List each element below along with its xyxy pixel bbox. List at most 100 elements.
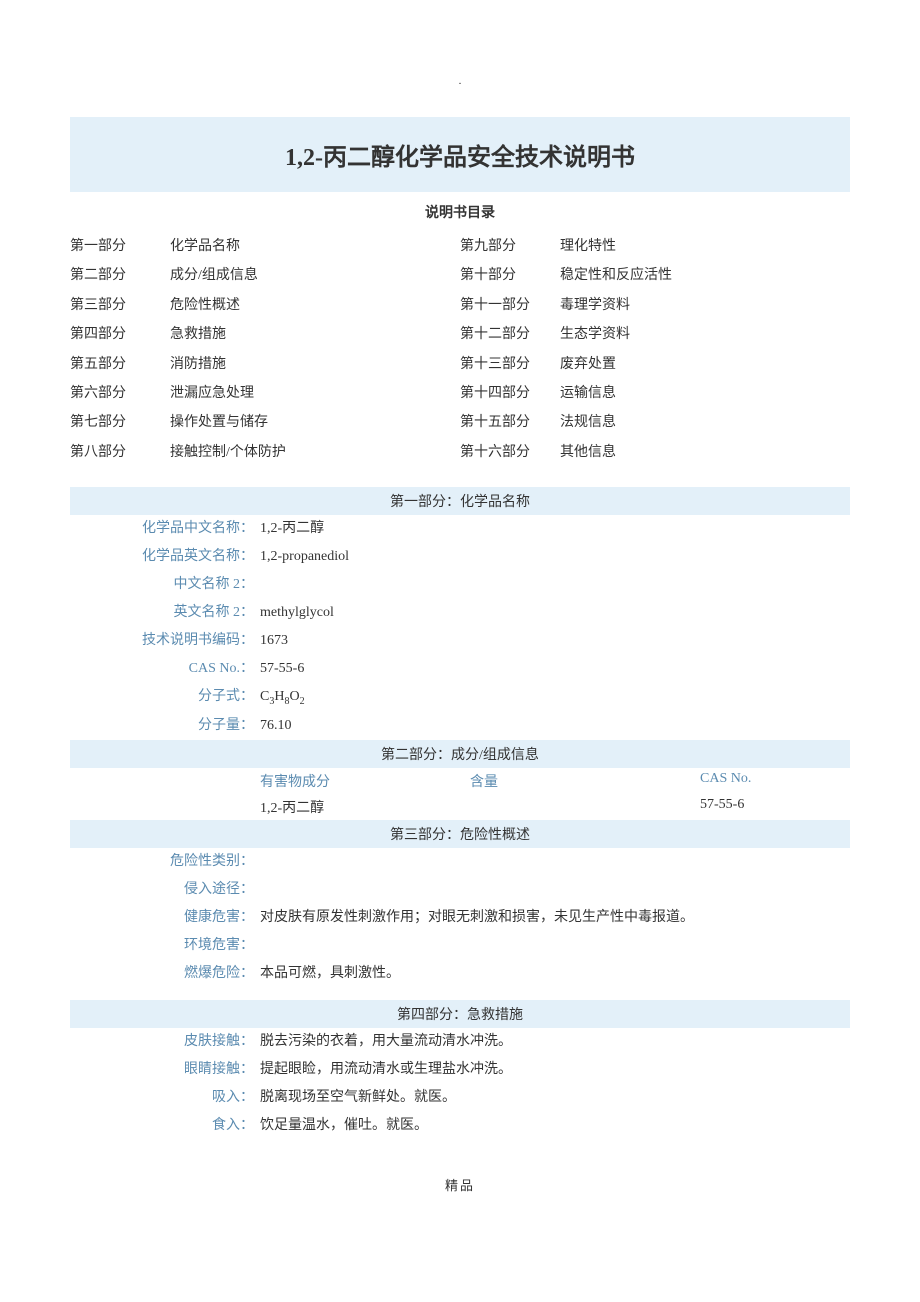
col-header: 有害物成分 bbox=[70, 771, 470, 791]
section-4-header: 第四部分：急救措施 bbox=[70, 1000, 850, 1028]
toc-num: 第九部分 bbox=[460, 232, 560, 261]
field-value: 1,2-丙二醇 bbox=[260, 515, 850, 543]
field-row: 侵入途径： bbox=[70, 876, 850, 904]
toc-num: 第八部分 bbox=[70, 438, 170, 467]
toc-item: 理化特性 bbox=[560, 232, 850, 261]
toc-item: 接触控制/个体防护 bbox=[170, 438, 460, 467]
toc-item: 稳定性和反应活性 bbox=[560, 261, 850, 290]
field-label: 侵入途径： bbox=[70, 876, 260, 904]
toc-item: 运输信息 bbox=[560, 379, 850, 408]
field-label: 化学品英文名称： bbox=[70, 543, 260, 571]
field-row: 中文名称 2： bbox=[70, 571, 850, 599]
field-row: 皮肤接触：脱去污染的衣着，用大量流动清水冲洗。 bbox=[70, 1028, 850, 1056]
composition-header-row: 有害物成分 含量 CAS No. bbox=[70, 768, 850, 794]
page-marker: . bbox=[70, 75, 850, 87]
toc-heading: 说明书目录 bbox=[70, 202, 850, 222]
section-1-header: 第一部分：化学品名称 bbox=[70, 487, 850, 515]
cell: 57-55-6 bbox=[700, 797, 850, 817]
field-row: 吸入：脱离现场至空气新鲜处。就医。 bbox=[70, 1084, 850, 1112]
field-label: 食入： bbox=[70, 1112, 260, 1140]
toc-item: 法规信息 bbox=[560, 408, 850, 437]
field-value: 脱去污染的衣着，用大量流动清水冲洗。 bbox=[260, 1028, 850, 1056]
toc-num: 第十一部分 bbox=[460, 291, 560, 320]
field-label: 分子式： bbox=[70, 683, 260, 712]
field-value: 提起眼睑，用流动清水或生理盐水冲洗。 bbox=[260, 1056, 850, 1084]
field-row: 分子量：76.10 bbox=[70, 712, 850, 740]
field-value: 饮足量温水，催吐。就医。 bbox=[260, 1112, 850, 1140]
cell: 1,2-丙二醇 bbox=[70, 797, 470, 817]
formula-value: C3H8O2 bbox=[260, 683, 850, 712]
field-row: 危险性类别： bbox=[70, 848, 850, 876]
toc-num: 第五部分 bbox=[70, 350, 170, 379]
field-row: 眼睛接触：提起眼睑，用流动清水或生理盐水冲洗。 bbox=[70, 1056, 850, 1084]
toc-num: 第一部分 bbox=[70, 232, 170, 261]
field-row: 化学品中文名称：1,2-丙二醇 bbox=[70, 515, 850, 543]
toc-item: 生态学资料 bbox=[560, 320, 850, 349]
field-value bbox=[260, 876, 850, 904]
toc-num: 第七部分 bbox=[70, 408, 170, 437]
title-bar: 1,2-丙二醇化学品安全技术说明书 bbox=[70, 117, 850, 192]
col-header: CAS No. bbox=[700, 771, 850, 791]
field-label: 眼睛接触： bbox=[70, 1056, 260, 1084]
toc-num: 第十部分 bbox=[460, 261, 560, 290]
field-row: 环境危害： bbox=[70, 932, 850, 960]
field-row: 食入：饮足量温水，催吐。就医。 bbox=[70, 1112, 850, 1140]
field-value: methylglycol bbox=[260, 599, 850, 627]
toc-num: 第十五部分 bbox=[460, 408, 560, 437]
composition-data-row: 1,2-丙二醇 57-55-6 bbox=[70, 794, 850, 820]
toc-item: 操作处置与储存 bbox=[170, 408, 460, 437]
field-value: 脱离现场至空气新鲜处。就医。 bbox=[260, 1084, 850, 1112]
toc-item: 急救措施 bbox=[170, 320, 460, 349]
field-row: 分子式：C3H8O2 bbox=[70, 683, 850, 712]
toc-num: 第十六部分 bbox=[460, 438, 560, 467]
toc-item: 废弃处置 bbox=[560, 350, 850, 379]
document-title: 1,2-丙二醇化学品安全技术说明书 bbox=[80, 137, 840, 172]
field-value: 本品可燃，具刺激性。 bbox=[260, 960, 850, 988]
field-row: 技术说明书编码：1673 bbox=[70, 627, 850, 655]
field-label: 危险性类别： bbox=[70, 848, 260, 876]
toc-num: 第六部分 bbox=[70, 379, 170, 408]
field-value: 57-55-6 bbox=[260, 655, 850, 683]
cell bbox=[470, 797, 700, 817]
toc-item: 危险性概述 bbox=[170, 291, 460, 320]
field-label: 健康危害： bbox=[70, 904, 260, 932]
field-label: 吸入： bbox=[70, 1084, 260, 1112]
field-label: 分子量： bbox=[70, 712, 260, 740]
toc-item: 毒理学资料 bbox=[560, 291, 850, 320]
field-value bbox=[260, 571, 850, 599]
col-header: 含量 bbox=[470, 771, 700, 791]
toc-item: 其他信息 bbox=[560, 438, 850, 467]
section-3-header: 第三部分：危险性概述 bbox=[70, 820, 850, 848]
field-label: 英文名称 2： bbox=[70, 599, 260, 627]
toc-num: 第三部分 bbox=[70, 291, 170, 320]
toc-num: 第十四部分 bbox=[460, 379, 560, 408]
field-value: 对皮肤有原发性刺激作用；对眼无刺激和损害，未见生产性中毒报道。 bbox=[260, 904, 850, 932]
table-of-contents: 第一部分化学品名称 第九部分理化特性 第二部分成分/组成信息 第十部分稳定性和反… bbox=[70, 232, 850, 467]
field-label: 皮肤接触： bbox=[70, 1028, 260, 1056]
toc-item: 消防措施 bbox=[170, 350, 460, 379]
field-value: 76.10 bbox=[260, 712, 850, 740]
toc-num: 第十三部分 bbox=[460, 350, 560, 379]
toc-item: 化学品名称 bbox=[170, 232, 460, 261]
field-row: 化学品英文名称：1,2-propanediol bbox=[70, 543, 850, 571]
field-row: 燃爆危险：本品可燃，具刺激性。 bbox=[70, 960, 850, 988]
toc-item: 成分/组成信息 bbox=[170, 261, 460, 290]
field-value: 1,2-propanediol bbox=[260, 543, 850, 571]
field-label: 环境危害： bbox=[70, 932, 260, 960]
toc-num: 第二部分 bbox=[70, 261, 170, 290]
field-value bbox=[260, 848, 850, 876]
field-row: 健康危害：对皮肤有原发性刺激作用；对眼无刺激和损害，未见生产性中毒报道。 bbox=[70, 904, 850, 932]
field-row: 英文名称 2：methylglycol bbox=[70, 599, 850, 627]
toc-num: 第四部分 bbox=[70, 320, 170, 349]
field-row: CAS No.：57-55-6 bbox=[70, 655, 850, 683]
page-footer: 精品 bbox=[70, 1175, 850, 1194]
section-2-header: 第二部分：成分/组成信息 bbox=[70, 740, 850, 768]
field-label: 燃爆危险： bbox=[70, 960, 260, 988]
field-value: 1673 bbox=[260, 627, 850, 655]
field-label: CAS No.： bbox=[70, 655, 260, 683]
toc-item: 泄漏应急处理 bbox=[170, 379, 460, 408]
field-label: 化学品中文名称： bbox=[70, 515, 260, 543]
toc-num: 第十二部分 bbox=[460, 320, 560, 349]
field-value bbox=[260, 932, 850, 960]
field-label: 中文名称 2： bbox=[70, 571, 260, 599]
